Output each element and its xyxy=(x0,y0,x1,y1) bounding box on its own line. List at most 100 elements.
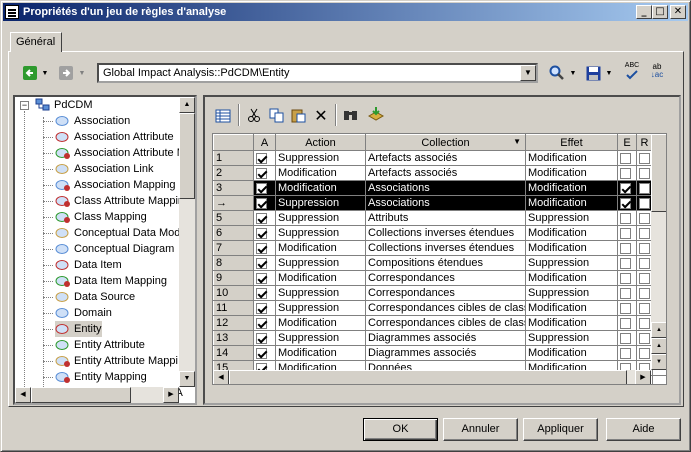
row-number[interactable]: 9 xyxy=(213,270,254,286)
active-checkbox-cell[interactable] xyxy=(253,165,276,181)
tab-general[interactable]: Général xyxy=(10,32,62,52)
action-cell[interactable]: Suppression xyxy=(275,300,366,316)
e-checkbox-cell[interactable] xyxy=(617,195,637,211)
tree-item-conceptual-diagram[interactable]: Conceptual Diagram xyxy=(43,241,174,257)
action-cell[interactable]: Suppression xyxy=(275,255,366,271)
collection-cell[interactable]: Diagrammes associés xyxy=(365,330,526,346)
e-checkbox-cell[interactable] xyxy=(617,210,637,226)
tree-root[interactable]: PdCDM xyxy=(35,97,93,113)
e-checkbox[interactable] xyxy=(620,272,631,284)
effet-cell[interactable]: Modification xyxy=(525,315,618,331)
table-row[interactable]: 13 Suppression Diagrammes associés Suppress… xyxy=(213,330,666,346)
scroll-right-icon[interactable]: ▶ xyxy=(163,387,179,403)
grid-scroll-up-icon[interactable]: ▲ xyxy=(651,322,666,338)
tree-vscroll-thumb[interactable] xyxy=(179,113,195,199)
row-number[interactable]: → xyxy=(213,195,254,211)
effet-cell[interactable]: Modification xyxy=(525,240,618,256)
active-checkbox[interactable] xyxy=(256,287,267,299)
tree-item-entity[interactable]: Entity xyxy=(43,321,102,337)
col-header-collection[interactable]: Collection ▼ xyxy=(365,134,526,151)
action-cell[interactable]: Suppression xyxy=(275,285,366,301)
cut-button[interactable] xyxy=(245,105,263,125)
forward-dropdown-icon[interactable]: ▼ xyxy=(77,63,87,83)
e-checkbox-cell[interactable] xyxy=(617,240,637,256)
e-checkbox[interactable] xyxy=(620,197,631,209)
collection-cell[interactable]: Artefacts associés xyxy=(365,150,526,166)
collection-cell[interactable]: Correspondances xyxy=(365,285,526,301)
e-checkbox-cell[interactable] xyxy=(617,315,637,331)
active-checkbox-cell[interactable] xyxy=(253,210,276,226)
action-cell[interactable]: Suppression xyxy=(275,330,366,346)
cancel-button[interactable]: Annuler xyxy=(443,418,518,441)
close-button[interactable]: ✕ xyxy=(670,5,686,19)
grid-hscroll[interactable]: ◀ ▶ xyxy=(213,370,651,384)
active-checkbox-cell[interactable] xyxy=(253,270,276,286)
help-button[interactable]: Aide xyxy=(606,418,681,441)
r-checkbox[interactable] xyxy=(639,302,650,314)
active-checkbox-cell[interactable] xyxy=(253,195,276,211)
action-cell[interactable]: Modification xyxy=(275,180,366,196)
table-row[interactable]: 10 Suppression Correspondances Suppression xyxy=(213,285,666,301)
row-number[interactable]: 12 xyxy=(213,315,254,331)
e-checkbox-cell[interactable] xyxy=(617,150,637,166)
collapse-icon[interactable]: − xyxy=(20,101,29,110)
active-checkbox-cell[interactable] xyxy=(253,240,276,256)
tree-item-association-mapping[interactable]: Association Mapping xyxy=(43,177,176,193)
tree-item-conceptual-data-mod[interactable]: Conceptual Data Mod xyxy=(43,225,180,241)
active-checkbox[interactable] xyxy=(256,197,267,209)
active-checkbox-cell[interactable] xyxy=(253,255,276,271)
e-checkbox-cell[interactable] xyxy=(617,165,637,181)
tree-item-association-attribute-m[interactable]: Association Attribute M xyxy=(43,145,186,161)
r-checkbox[interactable] xyxy=(639,212,650,224)
collection-cell[interactable]: Collections inverses étendues xyxy=(365,225,526,241)
replace-button[interactable]: ab ↓ac xyxy=(646,61,668,81)
e-checkbox-cell[interactable] xyxy=(617,285,637,301)
back-dropdown-icon[interactable]: ▼ xyxy=(40,63,50,83)
collection-cell[interactable]: Artefacts associés xyxy=(365,165,526,181)
collection-cell[interactable]: Associations xyxy=(365,180,526,196)
add-rules-button[interactable] xyxy=(366,104,386,124)
e-checkbox[interactable] xyxy=(620,287,631,299)
row-number[interactable]: 7 xyxy=(213,240,254,256)
col-header-effet[interactable]: Effet xyxy=(525,134,618,151)
e-checkbox-cell[interactable] xyxy=(617,255,637,271)
scroll-left-icon[interactable]: ◀ xyxy=(15,387,31,403)
collection-cell[interactable]: Attributs xyxy=(365,210,526,226)
tree-item-association-link[interactable]: Association Link xyxy=(43,161,154,177)
active-checkbox[interactable] xyxy=(256,152,267,164)
tree-hscroll[interactable]: ◀ ▶ xyxy=(15,387,179,403)
object-tree[interactable]: − PdCDM Association Association Attribute… xyxy=(13,95,197,405)
table-row[interactable]: 11 Suppression Correspondances cibles de c… xyxy=(213,300,666,316)
e-checkbox[interactable] xyxy=(620,167,631,179)
tree-item-association[interactable]: Association xyxy=(43,113,130,129)
e-checkbox[interactable] xyxy=(620,182,631,194)
tree-vscroll[interactable]: ▲ ▼ xyxy=(179,97,195,387)
effet-cell[interactable]: Suppression xyxy=(525,285,618,301)
grid-hscroll-thumb[interactable] xyxy=(229,370,627,384)
tree-item-domain[interactable]: Domain xyxy=(43,305,112,321)
table-row[interactable]: 9 Modification Correspondances Modification xyxy=(213,270,666,286)
row-number[interactable]: 13 xyxy=(213,330,254,346)
row-number[interactable]: 5 xyxy=(213,210,254,226)
save-button[interactable] xyxy=(584,63,602,83)
delete-button[interactable]: ✕ xyxy=(312,105,330,125)
r-checkbox[interactable] xyxy=(639,272,650,284)
rules-grid[interactable]: A Action Collection ▼ Effet E R 1 Suppress… xyxy=(212,133,667,385)
action-cell[interactable]: Modification xyxy=(275,270,366,286)
table-row[interactable]: 1 Suppression Artefacts associés Modificati… xyxy=(213,150,666,166)
find-button[interactable] xyxy=(548,63,566,83)
active-checkbox[interactable] xyxy=(256,242,267,254)
col-header-e[interactable]: E xyxy=(617,134,637,151)
active-checkbox[interactable] xyxy=(256,347,267,359)
copy-button[interactable] xyxy=(267,105,285,125)
tree-item-class-mapping[interactable]: Class Mapping xyxy=(43,209,147,225)
r-checkbox[interactable] xyxy=(639,332,650,344)
effet-cell[interactable]: Modification xyxy=(525,165,618,181)
row-number[interactable]: 3 xyxy=(213,180,254,196)
e-checkbox-cell[interactable] xyxy=(617,345,637,361)
collection-cell[interactable]: Correspondances xyxy=(365,270,526,286)
row-number[interactable]: 14 xyxy=(213,345,254,361)
effet-cell[interactable]: Modification xyxy=(525,300,618,316)
e-checkbox-cell[interactable] xyxy=(617,225,637,241)
paste-button[interactable] xyxy=(289,105,307,125)
